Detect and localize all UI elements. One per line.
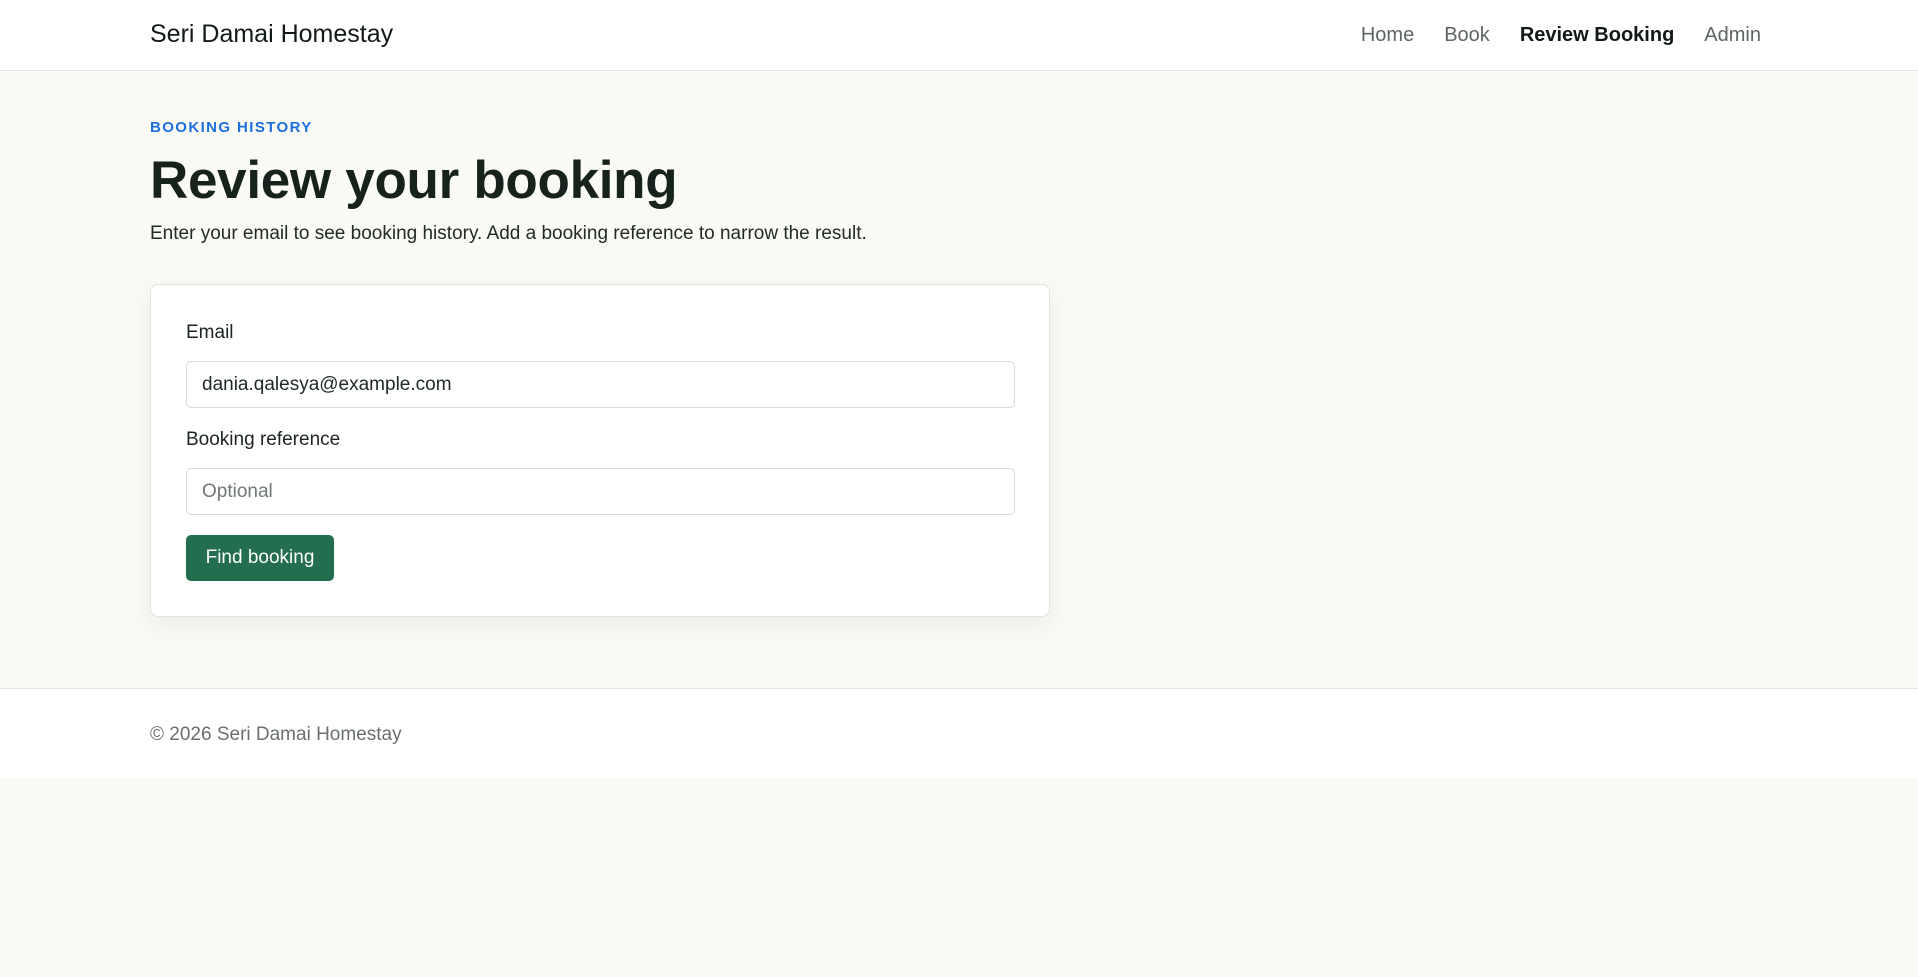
page-subtitle: Enter your email to see booking history.… [150,223,867,244]
booking-lookup-card: Email Booking reference Find booking [150,284,1050,617]
page-footer: © 2026 Seri Damai Homestay [0,688,1918,778]
footer-copyright: © 2026 Seri Damai Homestay [150,724,402,745]
top-navbar: Seri Damai Homestay Home Book Review Boo… [0,0,1918,71]
email-label: Email [186,322,234,343]
section-eyebrow: BOOKING HISTORY [150,119,313,136]
nav-book-link[interactable]: Book [1444,24,1490,47]
brand-logo-link[interactable]: Seri Damai Homestay [150,20,393,49]
booking-reference-label: Booking reference [186,429,341,450]
nav-review-booking-link[interactable]: Review Booking [1520,24,1674,47]
main-nav: Home Book Review Booking Admin [1361,24,1761,47]
booking-reference-field[interactable] [186,468,1015,515]
email-field[interactable] [186,361,1015,408]
find-booking-button[interactable]: Find booking [186,535,334,581]
page-title: Review your booking [150,151,678,210]
nav-admin-link[interactable]: Admin [1704,24,1761,47]
nav-home-link[interactable]: Home [1361,24,1414,47]
